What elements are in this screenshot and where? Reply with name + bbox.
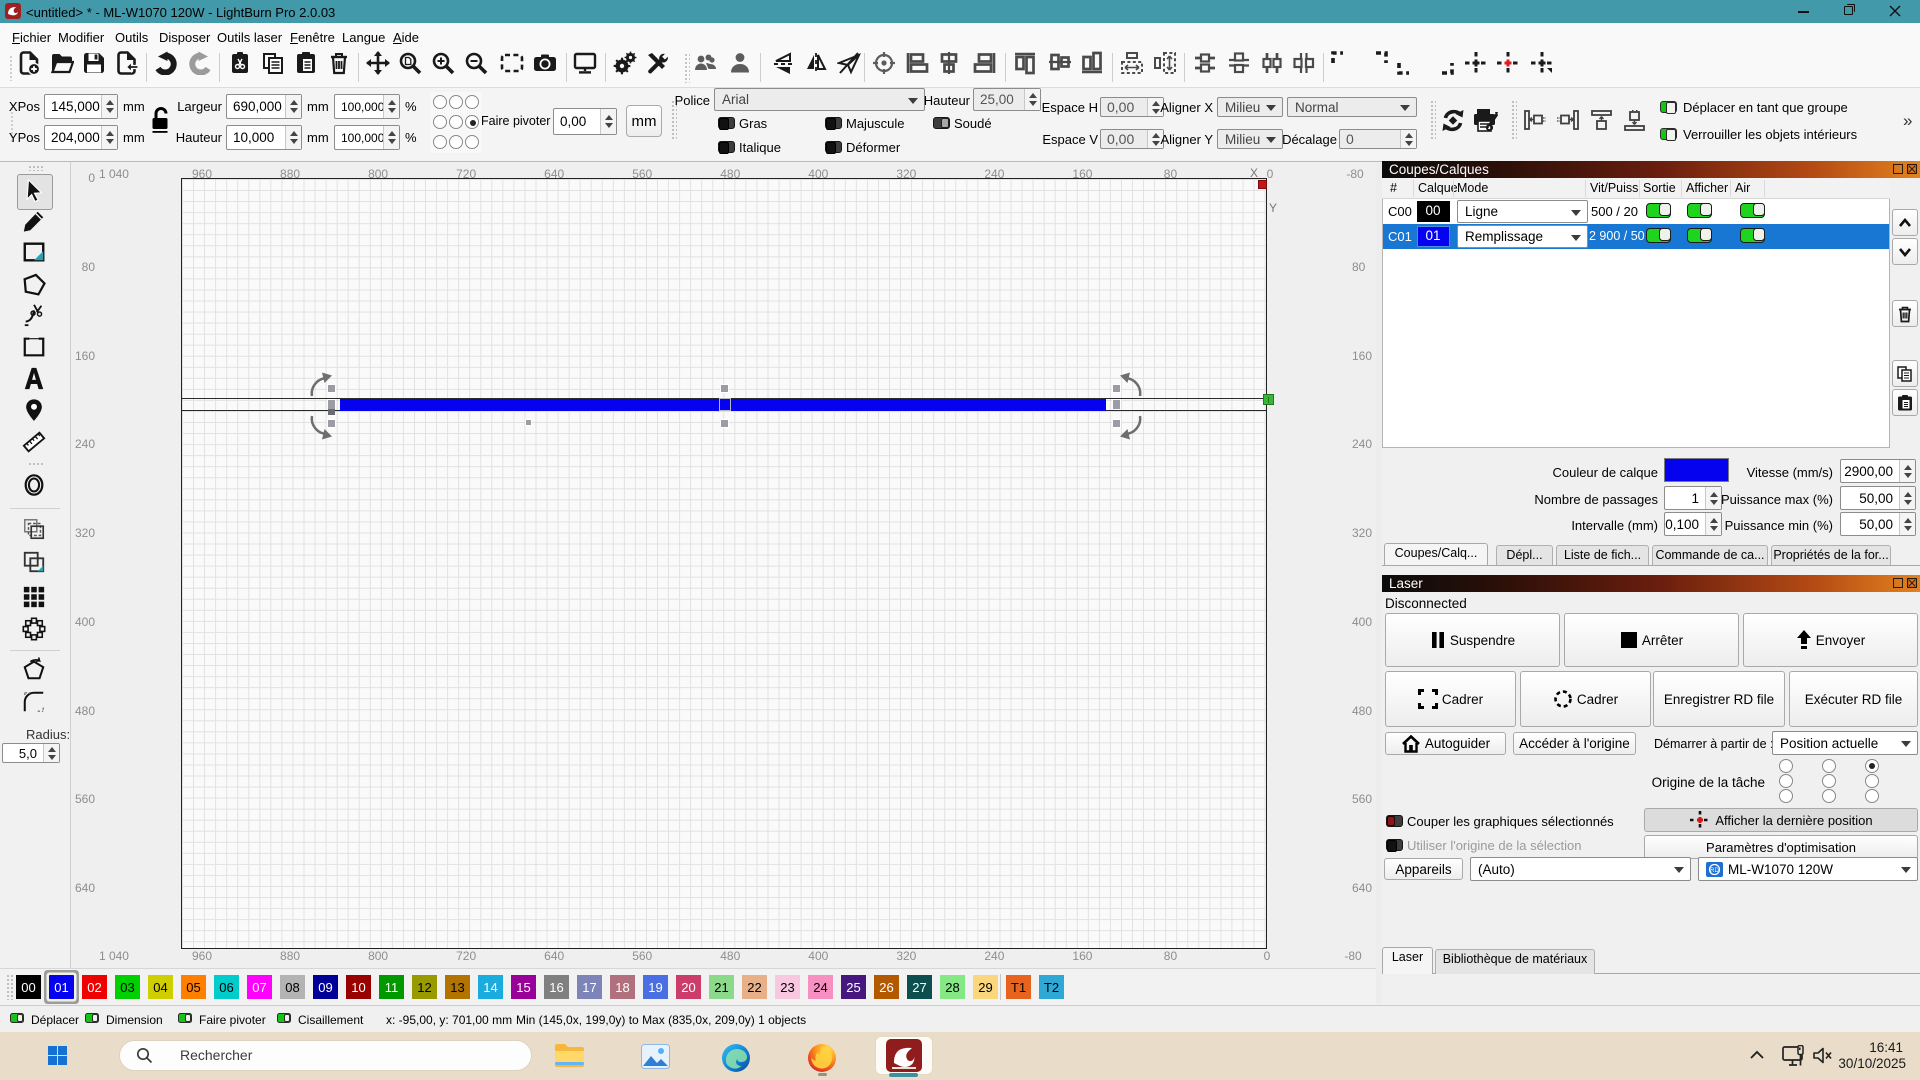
- svg-text:RD: RD: [1710, 868, 1719, 874]
